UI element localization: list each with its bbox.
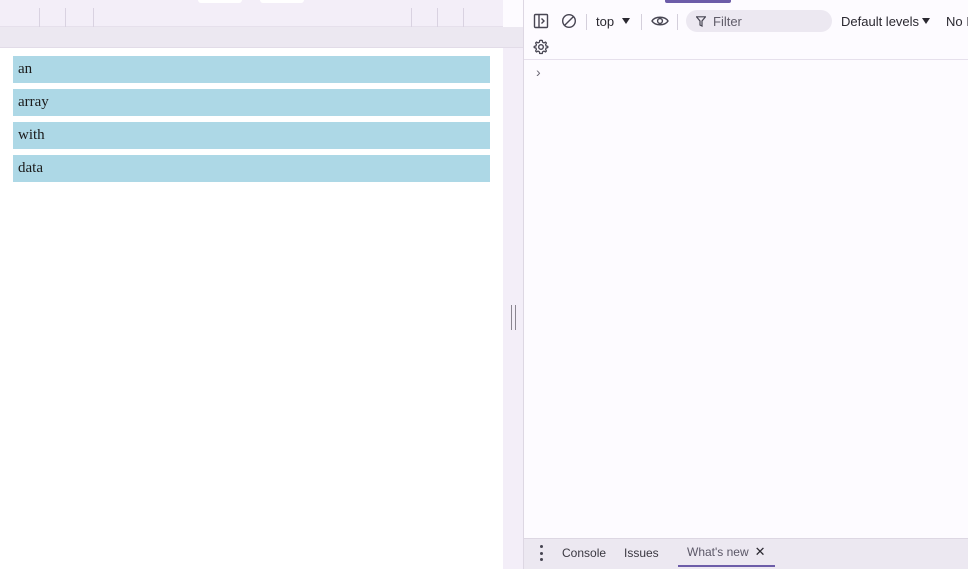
toolbar-separator	[677, 14, 678, 30]
pane-resize-handle[interactable]	[503, 48, 523, 569]
console-toolbar: top Filter Default levels No I	[524, 8, 968, 34]
tab-label: Console	[562, 546, 607, 560]
toolbar-separator	[641, 14, 642, 30]
list-item: array	[13, 89, 490, 116]
context-selector[interactable]: top	[596, 8, 631, 34]
console-output[interactable]: ›	[524, 61, 968, 538]
device-toolbar-chip[interactable]	[198, 0, 242, 3]
filter-placeholder: Filter	[713, 13, 742, 29]
devtools-panel: top Filter Default levels No I › Console…	[523, 0, 968, 569]
gear-icon[interactable]	[530, 34, 552, 60]
drawer-tabbar: Console Issues What's new ✕	[524, 538, 968, 569]
browser-window: an array with data top Filter Default le…	[0, 0, 968, 569]
filter-icon	[696, 15, 706, 27]
device-toolbar-chip[interactable]	[260, 0, 304, 3]
list-item: with	[13, 122, 490, 149]
list-item: an	[13, 56, 490, 83]
clear-console-icon[interactable]	[558, 8, 580, 34]
ruler-tick	[65, 8, 66, 27]
caret-down-icon	[622, 18, 631, 24]
tab-label: What's new	[687, 545, 749, 559]
media-query-bar[interactable]	[0, 27, 523, 48]
device-toolbar	[0, 0, 503, 27]
filter-input[interactable]: Filter	[686, 10, 832, 32]
log-levels-dropdown[interactable]: Default levels	[841, 8, 931, 34]
close-icon[interactable]: ✕	[755, 544, 766, 560]
ruler-tick	[93, 8, 94, 27]
eye-icon[interactable]	[649, 8, 671, 34]
context-label: top	[596, 13, 615, 29]
issues-label: No I	[946, 13, 968, 29]
page-viewport: an array with data	[0, 48, 503, 569]
drag-grip-icon[interactable]	[511, 305, 516, 330]
active-panel-indicator	[665, 0, 731, 3]
sidebar-toggle-icon[interactable]	[530, 8, 552, 34]
ruler-tick	[411, 8, 412, 27]
ruler-tick	[463, 8, 464, 27]
ruler-tick	[437, 8, 438, 27]
tab-issues[interactable]: Issues	[624, 539, 659, 567]
more-tabs-icon[interactable]	[534, 545, 548, 561]
console-prompt-icon[interactable]: ›	[536, 64, 541, 80]
tab-console[interactable]: Console	[562, 539, 606, 567]
issues-counter[interactable]: No I	[946, 8, 968, 34]
list-item: data	[13, 155, 490, 182]
tab-whats-new[interactable]: What's new ✕	[678, 539, 775, 567]
caret-down-icon	[922, 18, 931, 24]
toolbar-separator	[586, 14, 587, 30]
ruler-tick	[39, 8, 40, 27]
page-pane: an array with data	[0, 0, 523, 569]
console-settings-row	[524, 34, 968, 60]
log-levels-label: Default levels	[841, 13, 920, 29]
tab-label: Issues	[624, 546, 659, 560]
